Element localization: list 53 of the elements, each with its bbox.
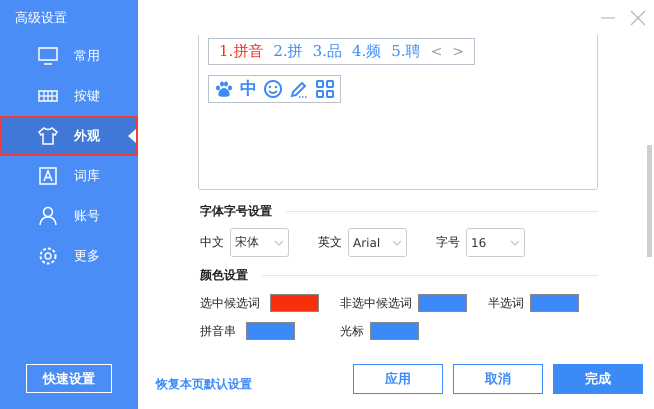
next-arrow[interactable]: > (452, 44, 464, 60)
candidate[interactable]: 1.拼音 (219, 42, 264, 61)
settings-icon (37, 245, 59, 267)
font-dropdown[interactable]: 宋体 (230, 228, 289, 257)
smiley-icon[interactable] (263, 79, 283, 99)
chevron-down-icon (274, 238, 284, 246)
monitor-icon (37, 45, 59, 67)
color-label: 光标 (340, 322, 364, 340)
dialog-button[interactable]: 应用 (353, 364, 443, 394)
font-dropdown[interactable]: Arial (348, 228, 407, 257)
field-label: 字号 (436, 234, 460, 251)
color-swatch[interactable] (530, 294, 579, 312)
color-swatch[interactable] (370, 322, 419, 340)
letter-icon (37, 165, 59, 187)
color-swatch[interactable] (418, 294, 467, 312)
candidate[interactable]: 3.品 (312, 42, 342, 61)
color-label: 非选中候选词 (340, 294, 412, 312)
color-label: 拼音串 (200, 322, 236, 340)
candidate[interactable]: 4.频 (352, 42, 382, 61)
quick-settings-button[interactable]: 快速设置 (26, 364, 112, 393)
sidebar-item[interactable]: 更多 (0, 236, 138, 276)
section-heading: 字体字号设置 (200, 203, 272, 220)
shirt-icon (37, 125, 59, 147)
grid-icon[interactable] (315, 79, 335, 99)
sidebar-item[interactable]: 账号 (0, 196, 138, 236)
color-swatch[interactable] (270, 294, 319, 312)
prev-arrow[interactable]: < (430, 44, 442, 60)
chevron-down-icon (392, 238, 402, 246)
section-heading: 颜色设置 (200, 267, 248, 284)
window-title: 高级设置 (14, 10, 68, 28)
chinese-mode-toggle[interactable]: 中 (240, 79, 257, 99)
sidebar-item[interactable]: 词库 (0, 156, 138, 196)
field-label: 中文 (200, 234, 224, 251)
field-label: 英文 (318, 234, 342, 251)
candidate[interactable]: 2.拼 (273, 42, 303, 61)
color-label: 半选词 (488, 294, 524, 312)
color-label: 选中候选词 (200, 294, 260, 312)
restore-defaults-link[interactable]: 恢复本页默认设置 (156, 376, 252, 393)
color-swatch[interactable] (246, 322, 295, 340)
chevron-down-icon (510, 238, 520, 246)
scrollbar[interactable] (647, 145, 652, 257)
sidebar-item[interactable]: 按键 (0, 76, 138, 116)
paw-icon[interactable] (214, 79, 234, 99)
sidebar-item[interactable]: 常用 (0, 36, 138, 76)
pointer-icon (128, 129, 136, 143)
candidate[interactable]: 5.聘 (391, 42, 421, 61)
close-icon[interactable] (630, 10, 646, 26)
font-dropdown[interactable]: 16 (466, 228, 525, 257)
done-button[interactable]: 完成 (553, 364, 643, 394)
user-icon (37, 205, 59, 227)
dialog-button[interactable]: 取消 (453, 364, 543, 394)
pencil-icon[interactable] (289, 79, 309, 99)
sidebar-item[interactable]: 外观 (0, 116, 138, 156)
